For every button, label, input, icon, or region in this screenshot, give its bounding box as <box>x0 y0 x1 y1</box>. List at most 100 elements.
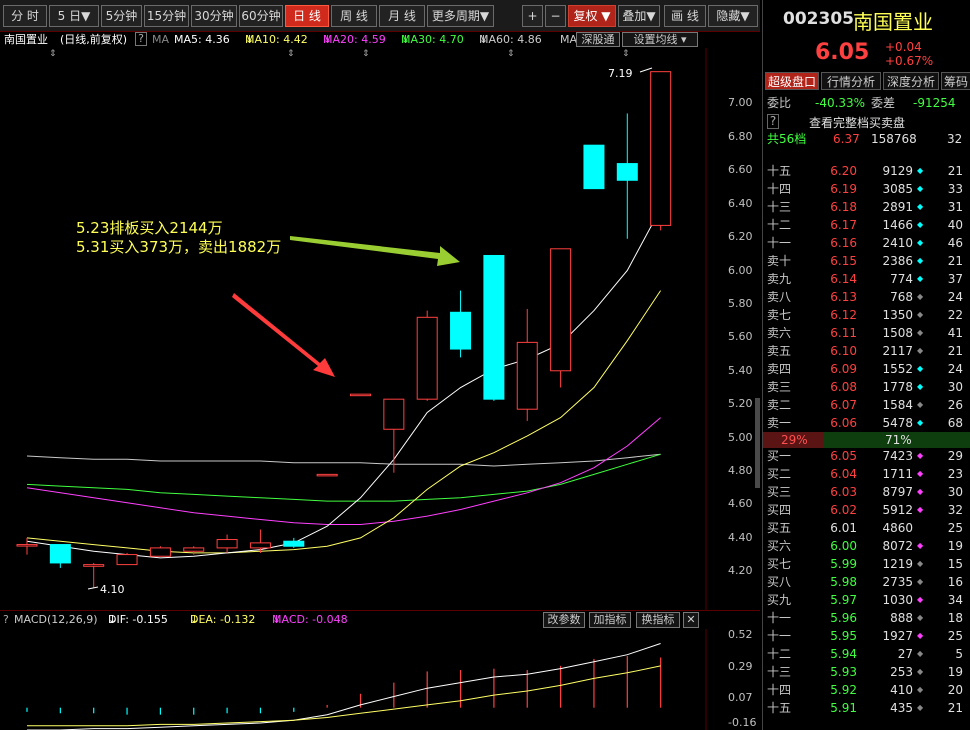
order-level-row[interactable]: 卖七 6.12 1350 ◆ 22 <box>763 306 970 324</box>
candle-body[interactable] <box>483 254 505 400</box>
shenjutong-button[interactable]: 深股通 <box>576 32 620 47</box>
order-level-row[interactable]: 十二 5.94 27 ◆ 5 <box>763 645 970 663</box>
candle-body[interactable] <box>550 248 572 372</box>
candle-body[interactable] <box>350 393 371 397</box>
order-level-row[interactable]: 十一 5.95 1927 ◆ 25 <box>763 627 970 645</box>
kline-chart[interactable]: ⇕ ⇕ ⇕ ⇕ ⇕ 7.19 4.10 5.23排板买入2144万 5.31买入373万… <box>0 48 760 610</box>
period-button[interactable]: 5分钟 <box>101 5 142 27</box>
order-level-row[interactable]: 买四 6.02 5912 ◆ 32 <box>763 501 970 519</box>
period-button[interactable]: 30分钟 <box>191 5 237 27</box>
order-level-row[interactable]: 买一 6.05 7423 ◆ 29 <box>763 447 970 465</box>
change-params-button[interactable]: 改参数 <box>543 612 585 628</box>
order-level-row[interactable]: 十三 5.93 253 ◆ 19 <box>763 663 970 681</box>
order-level-row[interactable]: 十四 6.19 3085 ◆ 33 <box>763 180 970 198</box>
level-count: 24 <box>947 290 963 304</box>
switch-indicator-button[interactable]: 换指标 <box>636 612 680 628</box>
order-level-row[interactable]: 十三 6.18 2891 ◆ 31 <box>763 198 970 216</box>
period-button[interactable]: 更多周期▼ <box>427 5 494 27</box>
hide-button[interactable]: 隐藏▼ <box>708 5 758 27</box>
period-button[interactable]: 15分钟 <box>144 5 189 27</box>
level-price: 5.94 <box>830 647 857 661</box>
candle-body[interactable] <box>316 473 338 477</box>
candle-body[interactable] <box>650 71 672 226</box>
zoom-out-button[interactable]: − <box>545 5 566 27</box>
order-level-row[interactable]: 卖二 6.07 1584 ◆ 26 <box>763 396 970 414</box>
candle-body[interactable] <box>16 544 38 547</box>
order-level-row[interactable]: 卖三 6.08 1778 ◆ 30 <box>763 378 970 396</box>
order-level-row[interactable]: 买五 6.01 4860 25 <box>763 519 970 537</box>
zoom-in-button[interactable]: + <box>522 5 543 27</box>
level-label: 十三 <box>767 200 792 214</box>
macd-help-icon[interactable]: ? <box>3 611 9 629</box>
order-level-row[interactable]: 卖五 6.10 2117 ◆ 21 <box>763 342 970 360</box>
order-level-row[interactable]: 十一 5.96 888 ◆ 18 <box>763 609 970 627</box>
level-count: 33 <box>947 182 963 196</box>
book-help-icon[interactable]: ? <box>767 114 779 129</box>
candle-body[interactable] <box>216 539 238 549</box>
panel-tab[interactable]: 深度分析 <box>883 72 939 90</box>
order-level-row[interactable]: 卖八 6.13 768 ◆ 24 <box>763 288 970 306</box>
add-indicator-button[interactable]: 加指标 <box>589 612 631 628</box>
overlay-button[interactable]: 叠加▼ <box>618 5 660 27</box>
help-icon[interactable]: ? <box>135 32 147 46</box>
order-level-row[interactable]: 十五 5.91 435 ◆ 21 <box>763 699 970 717</box>
candle-body[interactable] <box>149 547 171 557</box>
order-level-row[interactable]: 卖九 6.14 774 ◆ 37 <box>763 270 970 288</box>
draw-line-button[interactable]: 画 线 <box>664 5 706 27</box>
candle-body[interactable] <box>583 144 605 190</box>
order-level-row[interactable]: 卖六 6.11 1508 ◆ 41 <box>763 324 970 342</box>
event-marker-icon[interactable]: ⇕ <box>287 49 295 59</box>
order-level-row[interactable]: 卖四 6.09 1552 ◆ 24 <box>763 360 970 378</box>
period-button[interactable]: 60分钟 <box>239 5 283 27</box>
ma-more: MA <box>560 33 578 46</box>
panel-tabs: 超级盘口 行情分析 深度分析 筹码 <box>763 72 970 90</box>
event-marker-icon[interactable]: ⇕ <box>49 49 57 59</box>
level-marker-icon: ◆ <box>917 613 924 622</box>
panel-tab[interactable]: 筹码 <box>941 72 970 90</box>
period-button[interactable]: 分 时 <box>3 5 47 27</box>
period-button[interactable]: 日 线 <box>285 5 329 27</box>
candle-body[interactable] <box>49 544 71 564</box>
order-level-row[interactable]: 十五 6.20 9129 ◆ 21 <box>763 162 970 180</box>
order-level-row[interactable]: 十一 6.16 2410 ◆ 46 <box>763 234 970 252</box>
axis-scroll-handle[interactable] <box>755 398 760 488</box>
fuquan-button[interactable]: 复权 ▼ <box>568 5 616 27</box>
order-level-row[interactable]: 十二 6.17 1466 ◆ 40 <box>763 216 970 234</box>
period-button[interactable]: 周 线 <box>331 5 377 27</box>
candle-body[interactable] <box>383 398 405 430</box>
candle-body[interactable] <box>116 554 138 566</box>
order-level-row[interactable]: 买二 6.04 1711 ◆ 23 <box>763 465 970 483</box>
order-level-row[interactable]: 十四 5.92 410 ◆ 20 <box>763 681 970 699</box>
order-level-row[interactable]: 买六 6.00 8072 ◆ 19 <box>763 537 970 555</box>
order-level-row[interactable]: 买九 5.97 1030 ◆ 34 <box>763 591 970 609</box>
order-level-row[interactable]: 买八 5.98 2735 ◆ 16 <box>763 573 970 591</box>
candle-body[interactable] <box>249 542 271 549</box>
panel-tab[interactable]: 超级盘口 <box>765 72 819 90</box>
weibi-row: 委比 -40.33% 委差 -91254 <box>763 94 970 112</box>
event-marker-icon[interactable]: ⇕ <box>507 49 515 59</box>
level-volume: 2891 <box>882 200 913 214</box>
period-button[interactable]: 5 日▼ <box>49 5 99 27</box>
annotation-line-2: 5.31买入373万，卖出1882万 <box>76 238 281 256</box>
candle-body[interactable] <box>183 547 205 552</box>
order-level-row[interactable]: 买七 5.99 1219 ◆ 15 <box>763 555 970 573</box>
price-tick: 6.20 <box>728 230 753 244</box>
event-marker-icon[interactable]: ⇕ <box>622 49 630 59</box>
order-level-row[interactable]: 卖十 6.15 2386 ◆ 21 <box>763 252 970 270</box>
panel-tab[interactable]: 行情分析 <box>821 72 881 90</box>
period-button[interactable]: 月 线 <box>379 5 425 27</box>
ma-settings-button[interactable]: 设置均线 ▾ <box>622 32 698 47</box>
level-price: 5.95 <box>830 629 857 643</box>
order-level-row[interactable]: 买三 6.03 8797 ◆ 30 <box>763 483 970 501</box>
candle-body[interactable] <box>516 341 538 410</box>
candle-body[interactable] <box>616 163 638 181</box>
candle-body[interactable] <box>83 564 105 567</box>
event-marker-icon[interactable]: ⇕ <box>362 49 370 59</box>
close-icon[interactable]: ✕ <box>683 612 699 628</box>
level-count: 21 <box>947 164 963 178</box>
level-volume: 7423 <box>882 449 913 463</box>
candle-body[interactable] <box>416 316 438 400</box>
candle-body[interactable] <box>450 311 472 350</box>
candle-body[interactable] <box>283 540 305 547</box>
order-level-row[interactable]: 卖一 6.06 5478 ◆ 68 <box>763 414 970 432</box>
